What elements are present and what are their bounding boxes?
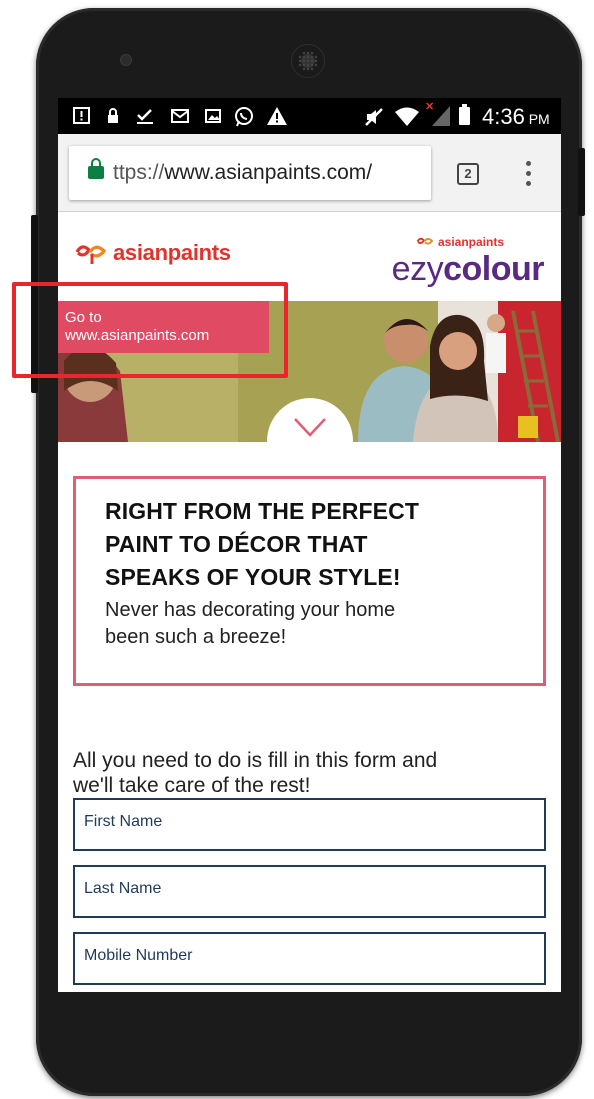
asianpaints-logo[interactable]: asianpaints [73,236,231,270]
warning-icon [266,106,288,131]
form-intro-text: All you need to do is fill in this form … [73,749,438,797]
whatsapp-icon [233,106,255,133]
asianpaints-mark-icon [75,245,107,264]
url-bar[interactable]: ttps://www.asianpaints.com/ [69,146,431,200]
goto-asianpaints-button[interactable]: Go to www.asianpaints.com [58,301,269,353]
alert-icon [72,106,92,131]
browser-toolbar: ttps://www.asianpaints.com/ 2 [58,134,561,212]
last-name-field[interactable]: Last Name [73,865,546,918]
tab-switcher-button[interactable]: 2 [457,163,479,185]
promo-subtitle: Never has decorating your home been such… [105,599,396,648]
image-icon [204,106,222,131]
ezycolour-logo: asianpaints ezycolour [391,235,545,291]
asianpaints-mark-icon [416,237,434,245]
power-button [578,148,585,216]
battery-icon [459,104,470,125]
ezycolour-wordmark: ezycolour [391,250,545,288]
status-bar: ✕ 4:36 PM [58,98,561,134]
scroll-down-button[interactable] [267,398,353,484]
signal-icon [432,106,450,126]
mobile-number-field[interactable]: Mobile Number [73,932,546,985]
promo-title: RIGHT FROM THE PERFECT PAINT TO DÉCOR TH… [105,498,419,590]
front-camera [120,54,132,66]
clock: 4:36 PM [482,104,550,129]
gmail-icon [170,106,190,131]
earpiece-speaker [291,44,325,78]
download-done-icon [135,106,155,131]
wifi-icon [394,106,420,133]
promo-box: RIGHT FROM THE PERFECT PAINT TO DÉCOR TH… [73,476,546,686]
chevron-down-icon [294,418,326,437]
url-text[interactable]: ttps://www.asianpaints.com/ [113,161,425,185]
volume-button [31,215,38,393]
ezycolour-logo-top: asianpaints [415,235,504,249]
first-name-field[interactable]: First Name [73,798,546,851]
screen: ✕ 4:36 PM ttps://www.asianpaints.com/ 2 … [58,98,561,992]
mute-icon [363,106,385,133]
secure-lock-icon [88,158,104,179]
web-page: asianpaints asianpaints ezycolour Go to … [58,213,561,992]
lock-icon [106,106,120,131]
overflow-menu-icon[interactable] [526,161,532,187]
asianpaints-logo-text: asianpaints [113,240,231,265]
